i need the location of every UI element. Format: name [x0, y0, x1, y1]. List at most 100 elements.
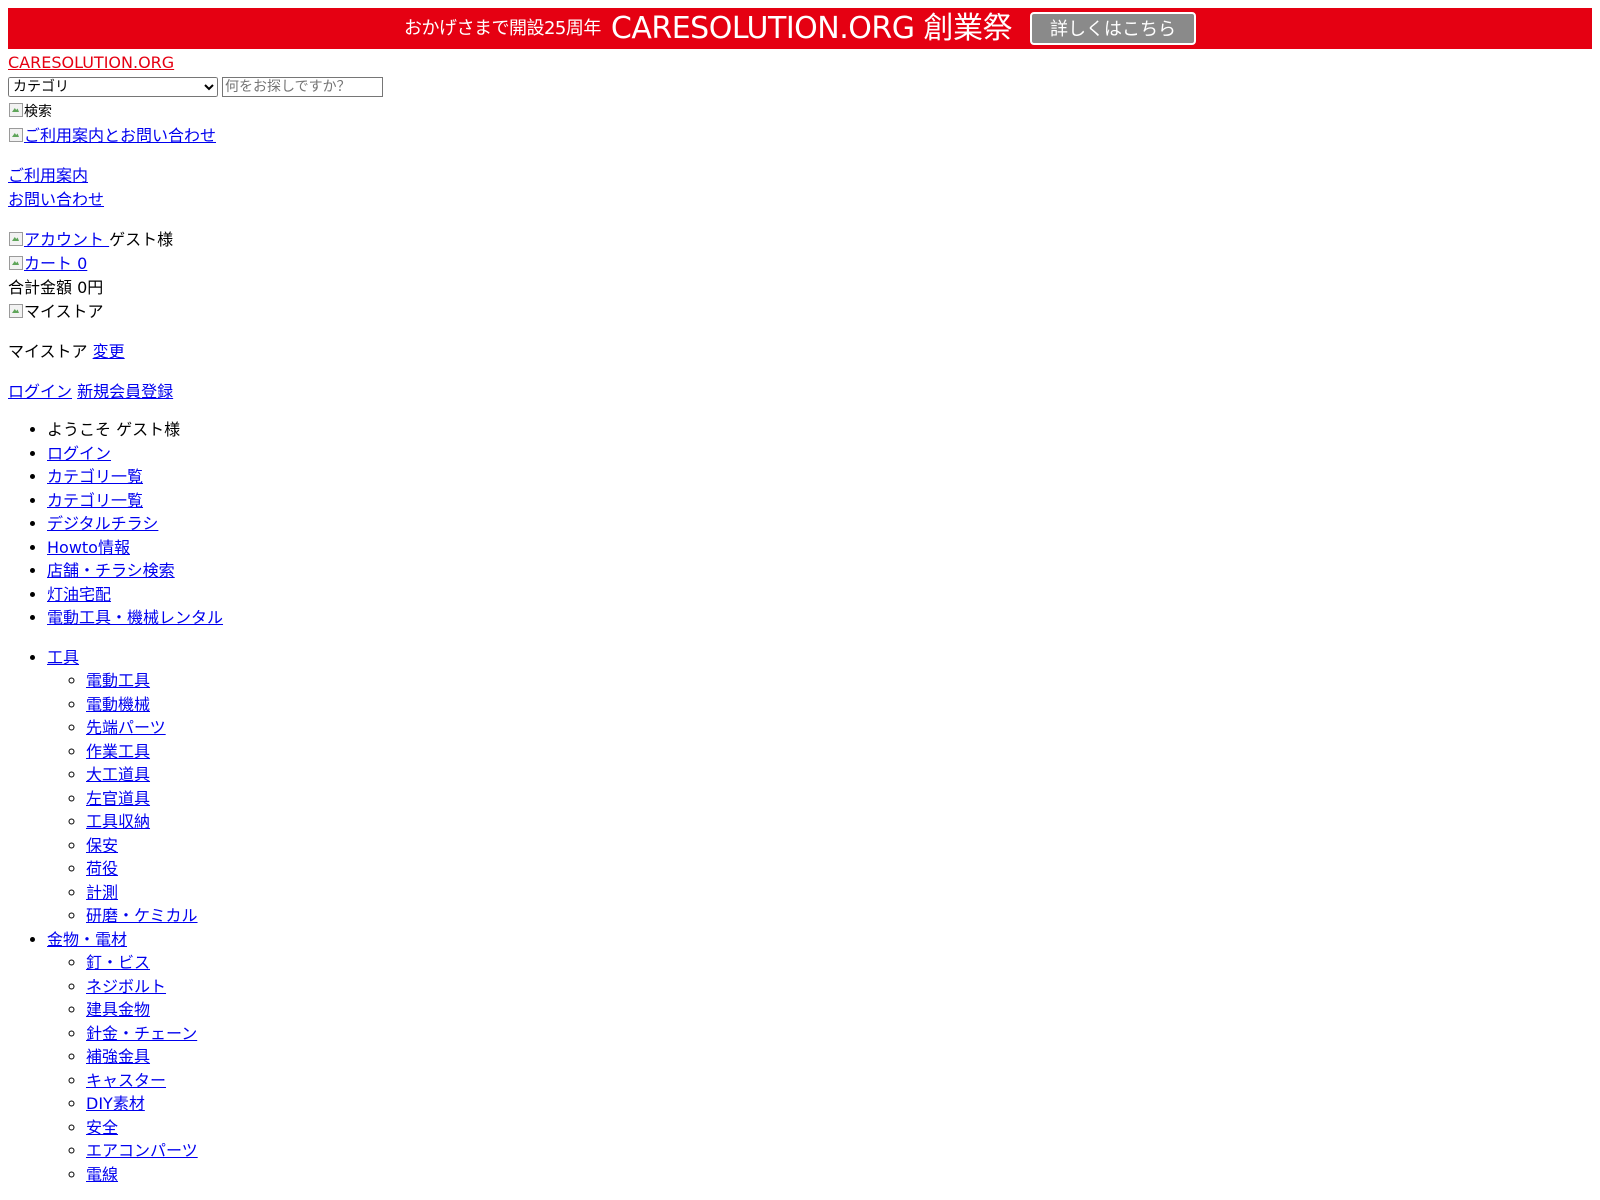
- list-item: キャスター: [86, 1069, 1592, 1093]
- category-item-tools: 工具 電動工具 電動機械 先端パーツ 作業工具 大工道具 左官道具 工具収納 保…: [47, 646, 1592, 928]
- menu-link-howto[interactable]: Howto情報: [47, 538, 130, 557]
- list-item: 電線: [86, 1163, 1592, 1187]
- subcategory-link[interactable]: DIY素材: [86, 1094, 145, 1113]
- subcategory-link[interactable]: エアコンパーツ: [86, 1141, 198, 1160]
- subcategory-link[interactable]: 安全: [86, 1118, 118, 1137]
- banner-festival-title: CARESOLUTION.ORG 創業祭: [610, 10, 1013, 46]
- site-logo-link[interactable]: CARESOLUTION.ORG: [8, 51, 174, 75]
- list-item: 作業工具: [86, 740, 1592, 764]
- search-input[interactable]: [222, 77, 383, 97]
- list-item: エアコンパーツ: [86, 1139, 1592, 1163]
- subcategory-link[interactable]: 保安: [86, 836, 118, 855]
- list-item: 計測: [86, 881, 1592, 905]
- guide-contact-link[interactable]: ご利用案内とお問い合わせ: [8, 126, 216, 145]
- cart-link[interactable]: カート 0: [8, 254, 87, 273]
- cart-alt: カート: [24, 254, 73, 273]
- subcategory-link[interactable]: 電動工具: [86, 671, 150, 690]
- broken-image-icon: [8, 255, 24, 271]
- auth-row: ログイン 新規会員登録: [8, 380, 1592, 404]
- mystore-alt: マイストア: [24, 302, 104, 321]
- account-link[interactable]: アカウント: [8, 230, 109, 249]
- menu-item: デジタルチラシ: [47, 512, 1592, 536]
- menu-link-digital-flyer[interactable]: デジタルチラシ: [47, 514, 158, 533]
- subcategory-link[interactable]: 研磨・ケミカル: [86, 906, 198, 925]
- menu-item: カテゴリ一覧: [47, 489, 1592, 513]
- category-link[interactable]: 工具: [47, 648, 79, 667]
- list-item: 補強金具: [86, 1045, 1592, 1069]
- subcategory-link[interactable]: 左官道具: [86, 789, 150, 808]
- menu-link-category-list[interactable]: カテゴリ一覧: [47, 467, 143, 486]
- list-item: 釘・ビス: [86, 951, 1592, 975]
- menu-item: ログイン: [47, 442, 1592, 466]
- subcategory-link[interactable]: ネジボルト: [86, 977, 166, 996]
- category-link[interactable]: 金物・電材: [47, 930, 127, 949]
- subcategory-link[interactable]: 作業工具: [86, 742, 150, 761]
- search-bar: カテゴリ: [8, 75, 1592, 99]
- subcategory-list: 電動工具 電動機械 先端パーツ 作業工具 大工道具 左官道具 工具収納 保安 荷…: [47, 669, 1592, 928]
- menu-link-rental[interactable]: 電動工具・機械レンタル: [47, 608, 223, 627]
- menu-item: 灯油宅配: [47, 583, 1592, 607]
- menu-link-category-list-2[interactable]: カテゴリ一覧: [47, 491, 143, 510]
- subcategory-link[interactable]: 先端パーツ: [86, 718, 166, 737]
- menu-link-login[interactable]: ログイン: [47, 444, 111, 463]
- mystore-row: マイストア 変更: [8, 340, 1592, 364]
- broken-image-icon: [8, 303, 24, 319]
- category-tree: 工具 電動工具 電動機械 先端パーツ 作業工具 大工道具 左官道具 工具収納 保…: [8, 646, 1592, 1187]
- cart-total: 合計金額 0円: [8, 278, 104, 297]
- broken-image-icon: [8, 127, 24, 143]
- contact-link[interactable]: お問い合わせ: [8, 190, 104, 209]
- broken-image-icon: [8, 231, 24, 247]
- list-item: 工具収納: [86, 810, 1592, 834]
- category-item-hardware: 金物・電材 釘・ビス ネジボルト 建具金物 針金・チェーン 補強金具 キャスター…: [47, 928, 1592, 1187]
- list-item: 荷役: [86, 857, 1592, 881]
- subcategory-list: 釘・ビス ネジボルト 建具金物 針金・チェーン 補強金具 キャスター DIY素材…: [47, 951, 1592, 1186]
- mystore-label: マイストア: [8, 342, 88, 361]
- subcategory-link[interactable]: 電線: [86, 1165, 118, 1184]
- account-row: アカウント ゲスト様: [8, 228, 1592, 252]
- menu-link-store-search[interactable]: 店舗・チラシ検索: [47, 561, 175, 580]
- promo-banner: おかげさまで開設25周年 CARESOLUTION.ORG 創業祭 詳しくはこち…: [8, 8, 1592, 49]
- list-item: 左官道具: [86, 787, 1592, 811]
- menu-item: 電動工具・機械レンタル: [47, 606, 1592, 630]
- menu-item: 店舗・チラシ検索: [47, 559, 1592, 583]
- guest-label: ゲスト様: [109, 230, 174, 249]
- list-item: 先端パーツ: [86, 716, 1592, 740]
- broken-image-icon: [8, 102, 24, 118]
- subcategory-link[interactable]: 電動機械: [86, 695, 150, 714]
- mystore-image: マイストア: [8, 300, 1592, 324]
- subcategory-link[interactable]: 荷役: [86, 859, 118, 878]
- guide-link[interactable]: ご利用案内: [8, 166, 88, 185]
- cart-count: 0: [77, 254, 88, 273]
- list-item: 電動機械: [86, 693, 1592, 717]
- list-item: DIY素材: [86, 1092, 1592, 1116]
- mystore-change-link[interactable]: 変更: [93, 342, 125, 361]
- subcategory-link[interactable]: 釘・ビス: [86, 953, 150, 972]
- search-button[interactable]: 検索: [8, 99, 1592, 124]
- banner-details-button[interactable]: 詳しくはこちら: [1030, 12, 1196, 45]
- category-select[interactable]: カテゴリ: [8, 77, 218, 97]
- login-link[interactable]: ログイン: [8, 382, 72, 401]
- subcategory-link[interactable]: 大工道具: [86, 765, 150, 784]
- list-item: 電動工具: [86, 669, 1592, 693]
- subcategory-link[interactable]: 工具収納: [86, 812, 150, 831]
- menu-item: Howto情報: [47, 536, 1592, 560]
- subcategory-link[interactable]: 針金・チェーン: [86, 1024, 197, 1043]
- register-link[interactable]: 新規会員登録: [77, 382, 173, 401]
- subcategory-link[interactable]: 補強金具: [86, 1047, 150, 1066]
- list-item: 針金・チェーン: [86, 1022, 1592, 1046]
- guide-contact-alt: ご利用案内とお問い合わせ: [24, 126, 217, 145]
- subcategory-link[interactable]: 計測: [86, 883, 118, 902]
- banner-anniversary-text: おかげさまで開設25周年: [403, 17, 601, 39]
- list-item: 建具金物: [86, 998, 1592, 1022]
- subcategory-link[interactable]: キャスター: [86, 1071, 166, 1090]
- list-item: 保安: [86, 834, 1592, 858]
- menu-link-kerosene[interactable]: 灯油宅配: [47, 585, 111, 604]
- search-button-alt: 検索: [24, 104, 52, 120]
- user-menu: ようこそ ゲスト様 ログイン カテゴリ一覧 カテゴリ一覧 デジタルチラシ How…: [8, 418, 1592, 630]
- list-item: 安全: [86, 1116, 1592, 1140]
- subcategory-link[interactable]: 建具金物: [86, 1000, 150, 1019]
